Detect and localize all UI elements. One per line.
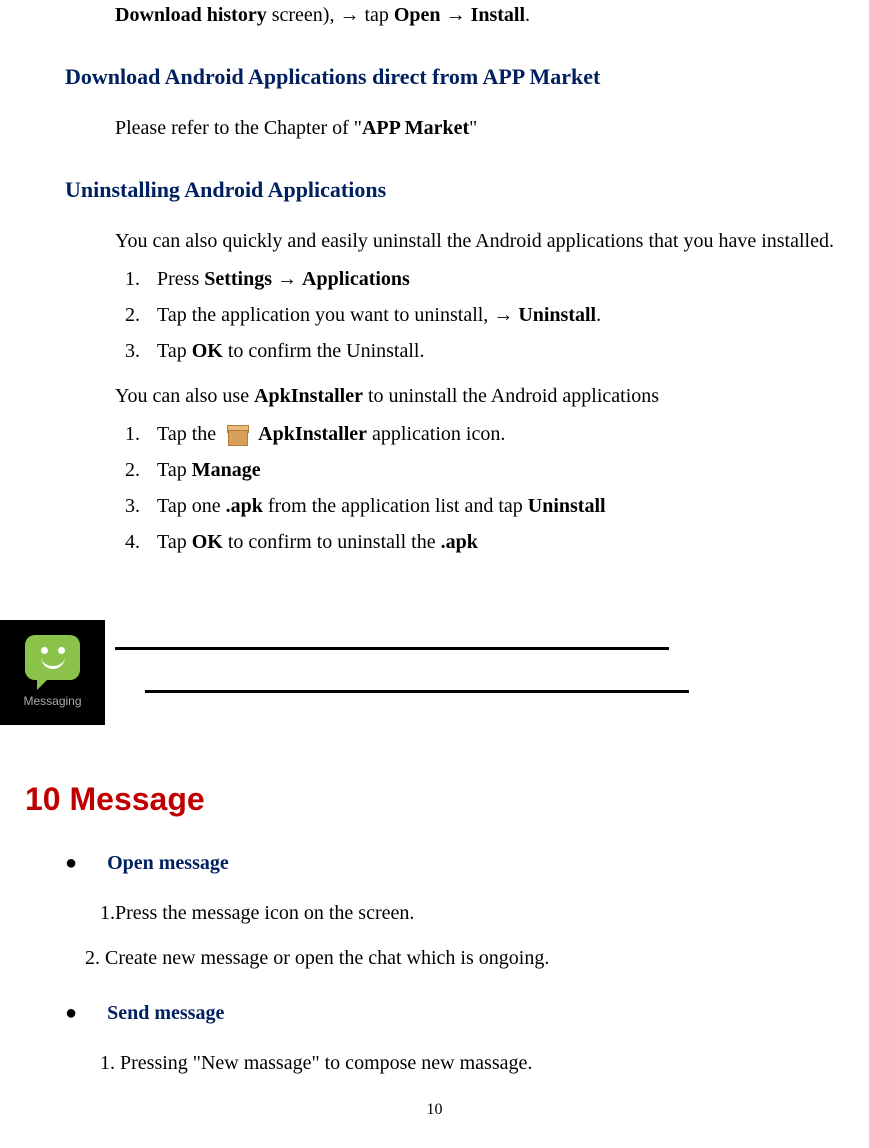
uninstall-intro: You can also quickly and easily uninstal…	[115, 226, 849, 256]
subheading-send-message: Send message	[65, 998, 849, 1028]
page-number: 10	[20, 1098, 849, 1122]
apkinstaller-icon	[224, 422, 250, 448]
messaging-icon-label: Messaging	[23, 692, 81, 710]
apk-step-1: 1. Tap the ApkInstaller application icon…	[125, 419, 849, 449]
heading-uninstalling: Uninstalling Android Applications	[65, 173, 849, 206]
open-message-step-2: 2. Create new message or open the chat w…	[85, 943, 849, 973]
chapter-heading-message: 10 Message	[25, 775, 849, 823]
app-market-body: Please refer to the Chapter of "APP Mark…	[115, 113, 849, 143]
bold-download-history: Download history	[115, 4, 267, 26]
send-message-step-1: 1. Pressing "New massage" to compose new…	[100, 1048, 849, 1078]
uninstall-step-2: 2. Tap the application you want to unins…	[125, 300, 849, 330]
apk-step-2: 2. Tap Manage	[125, 455, 849, 485]
apk-step-3: 3. Tap one .apk from the application lis…	[125, 491, 849, 521]
open-message-step-1: 1.Press the message icon on the screen.	[100, 898, 849, 928]
fragment-line: Download history screen), → tap Open → I…	[115, 0, 849, 30]
uninstall-step-3: 3. Tap OK to confirm the Uninstall.	[125, 336, 849, 366]
heading-download-app-market: Download Android Applications direct fro…	[65, 60, 849, 93]
subheading-open-message: Open message	[65, 848, 849, 878]
divider-1	[115, 647, 669, 650]
divider-2	[145, 690, 689, 693]
messaging-app-icon: Messaging	[0, 620, 105, 725]
uninstall-step-1: 1. Press Settings → Applications	[125, 264, 849, 294]
apkinstaller-intro: You can also use ApkInstaller to uninsta…	[115, 381, 849, 411]
apk-step-4: 4. Tap OK to confirm to uninstall the .a…	[125, 527, 849, 557]
